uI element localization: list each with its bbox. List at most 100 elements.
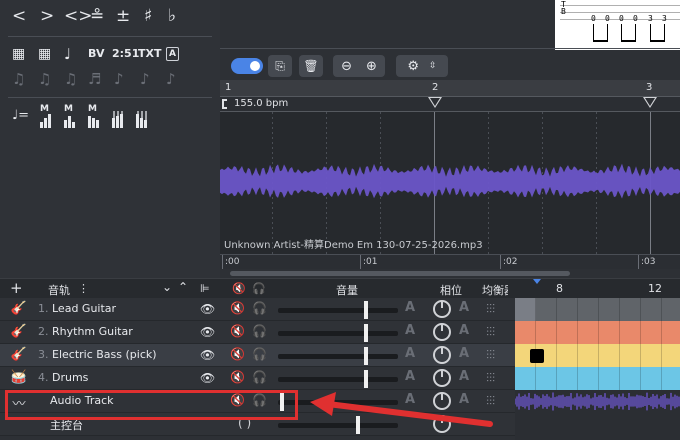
measure-cell[interactable] <box>536 367 557 390</box>
measure-cell[interactable] <box>620 344 641 367</box>
measure-cell[interactable] <box>620 298 641 321</box>
visibility-icon[interactable]: 👁 <box>200 325 215 339</box>
bar-marker[interactable] <box>643 97 657 108</box>
mute-icon[interactable]: 🔇 <box>230 347 245 361</box>
collapse-up-icon[interactable]: ⌃ <box>178 280 188 294</box>
track-row[interactable]: 🎸 3. Electric Bass (pick) 👁 🔇 🎧 A A ⫶⫶⫶ <box>0 344 515 367</box>
automation-volume-icon[interactable]: A <box>405 300 415 315</box>
arrange-lane[interactable] <box>514 390 680 413</box>
tempo-button[interactable]: ♩= <box>12 108 29 123</box>
automation-pan-icon[interactable]: A <box>459 300 469 315</box>
measure-cell[interactable] <box>662 321 680 344</box>
chord-chart-icon[interactable]: ▦ <box>38 46 51 62</box>
measure-cell[interactable] <box>599 298 620 321</box>
flat-button[interactable]: ♭ <box>168 6 176 26</box>
measure-cell[interactable] <box>620 321 641 344</box>
automation-volume-icon[interactable]: A <box>405 323 415 338</box>
settings-dropdown[interactable]: ⚙ ⇳ <box>396 55 448 77</box>
measure-cell[interactable] <box>536 321 557 344</box>
measure-cell[interactable] <box>515 367 536 390</box>
headphones-icon[interactable]: 🎧 <box>252 370 267 384</box>
bar-marker[interactable] <box>428 97 442 108</box>
arrange-lane[interactable] <box>515 367 680 390</box>
track-layout-icon[interactable]: ⊫ <box>200 282 210 295</box>
zoom-in-icon[interactable]: ⊕ <box>366 59 377 74</box>
zoom-out-icon[interactable]: ⊖ <box>341 59 352 74</box>
headphones-icon[interactable]: 🎧 <box>252 301 267 315</box>
arrange-lane[interactable] <box>515 344 680 367</box>
equalizer-icon[interactable]: ⫶⫶⫶ <box>486 348 495 363</box>
volume-thumb[interactable] <box>364 324 368 342</box>
bar-ruler[interactable]: 1 2 3 <box>220 80 680 96</box>
track-row[interactable]: 🥁 4. Drums 👁 🔇 🎧 A A ⫶⫶⫶ <box>0 367 515 390</box>
measure-cell[interactable] <box>662 298 680 321</box>
measure-cell[interactable] <box>620 367 641 390</box>
slide-icon[interactable]: ♪ <box>140 70 150 88</box>
arrange-lane[interactable] <box>515 413 680 436</box>
volume-slider[interactable] <box>278 324 398 342</box>
automation-pan-icon[interactable]: A <box>459 369 469 384</box>
visibility-icon[interactable]: 👁 <box>200 371 215 385</box>
measure-cell[interactable] <box>662 344 680 367</box>
pan-knob[interactable] <box>433 369 451 387</box>
measure-cell[interactable] <box>599 367 620 390</box>
automation-volume-icon[interactable]: A <box>405 369 415 384</box>
collapse-down-icon[interactable]: ⌄ <box>162 280 172 294</box>
auto-slide-icon[interactable]: ♪ <box>166 70 176 88</box>
visibility-icon[interactable]: 👁 <box>200 348 215 362</box>
auto-beam-icon[interactable]: ♪ <box>114 70 124 88</box>
chord-grid-icon[interactable]: ▦ <box>12 46 25 62</box>
measure-cell[interactable] <box>641 298 662 321</box>
decrescendo-button[interactable]: < <box>12 6 26 26</box>
playhead-marker[interactable] <box>533 279 541 284</box>
measure-cell[interactable] <box>578 367 599 390</box>
track-row[interactable]: 🎸 2. Rhythm Guitar 👁 🔇 🎧 A A ⫶⫶⫶ <box>0 321 515 344</box>
import-audio-icon[interactable]: ⎘ <box>268 55 292 77</box>
crescendo-button[interactable]: > <box>40 6 54 26</box>
measure-cell[interactable] <box>578 298 599 321</box>
trash-icon[interactable]: 🗑 <box>299 55 323 77</box>
headphones-icon[interactable]: 🎧 <box>252 347 267 361</box>
selected-measure[interactable] <box>530 349 544 363</box>
track-row[interactable]: 🎸 1. Lead Guitar 👁 🔇 🎧 A A ⫶⫶⫶ <box>0 298 515 321</box>
measure-cell[interactable] <box>641 321 662 344</box>
measure-cell[interactable] <box>578 344 599 367</box>
automation-volume-icon[interactable]: A <box>405 346 415 361</box>
measure-cell[interactable] <box>515 321 536 344</box>
add-track-button[interactable]: + <box>10 279 23 297</box>
measure-cell[interactable] <box>599 321 620 344</box>
track-menu-button[interactable]: ⋮ <box>78 282 89 295</box>
equalizer-icon[interactable]: ⫶⫶⫶ <box>486 371 495 386</box>
audio-toggle[interactable] <box>231 58 263 74</box>
measure-cell[interactable] <box>641 344 662 367</box>
scrollbar-thumb[interactable] <box>230 271 570 276</box>
automation-pan-icon[interactable]: A <box>459 346 469 361</box>
measure-cell[interactable] <box>557 321 578 344</box>
volume-thumb[interactable] <box>364 301 368 319</box>
text-button[interactable]: TXT <box>138 47 162 60</box>
swell-button[interactable]: <> <box>64 6 93 26</box>
headphones-icon[interactable]: 🎧 <box>252 282 266 295</box>
measure-cell[interactable] <box>641 367 662 390</box>
pan-knob[interactable] <box>433 300 451 318</box>
beam-icon[interactable]: ♬ <box>88 70 101 88</box>
audio-clip[interactable] <box>514 390 680 413</box>
mute-all-icon[interactable]: 🔇 <box>232 282 246 295</box>
visibility-icon[interactable]: 👁 <box>200 302 215 316</box>
mute-icon[interactable]: 🔇 <box>230 324 245 338</box>
tuplet-icon[interactable]: ♫ <box>38 70 51 88</box>
bv-button[interactable]: BV <box>88 47 104 60</box>
automation-pan-icon[interactable]: A <box>459 323 469 338</box>
volume-thumb[interactable] <box>364 370 368 388</box>
grace-note-icon[interactable]: ♩ <box>64 45 71 63</box>
time-button[interactable]: 2:51 <box>112 47 139 60</box>
arrange-lane[interactable] <box>515 298 680 321</box>
time-ruler[interactable]: :00 :01 :02 :03 <box>220 254 680 269</box>
measure-cell[interactable] <box>557 298 578 321</box>
volume-thumb[interactable] <box>364 347 368 365</box>
auto-note-icon[interactable]: ♫ <box>12 70 25 88</box>
pan-knob[interactable] <box>433 346 451 364</box>
tenuto-button[interactable]: ± <box>116 6 130 26</box>
equalizer-icon[interactable]: ⫶⫶⫶ <box>486 302 495 317</box>
measure-cell[interactable] <box>578 321 599 344</box>
